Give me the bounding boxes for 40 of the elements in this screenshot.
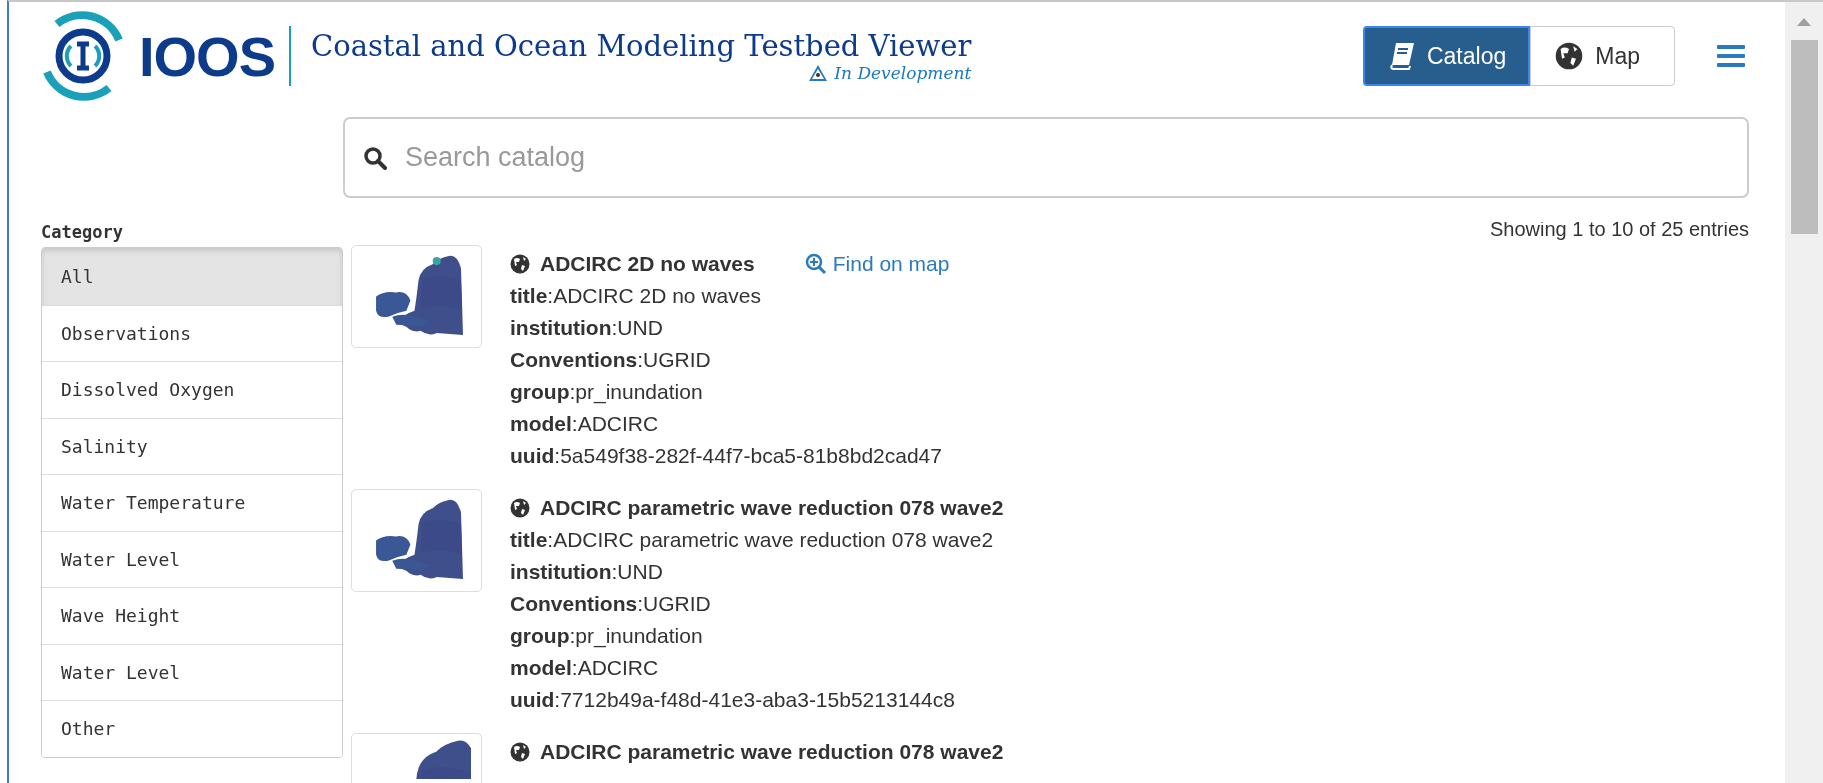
metadata-line: model:ADCIRC — [510, 411, 660, 437]
search-field[interactable]: Search catalog — [343, 117, 1749, 198]
category-item[interactable]: All — [42, 248, 342, 305]
sidebar-heading: Category — [41, 222, 124, 242]
category-item[interactable]: Other — [42, 700, 342, 757]
entry-title: ADCIRC parametric wave reduction 078 wave2 — [540, 739, 1004, 764]
app-title: Coastal and Ocean Modeling Testbed Viewer — [311, 29, 972, 63]
logo-text: IOOS — [139, 23, 276, 89]
entry-title: ADCIRC 2D no waves — [540, 251, 755, 276]
metadata-line: uuid:5a549f38-282f-44f7-bca5-81b8bd2cad47 — [510, 443, 943, 469]
metadata-line: group:pr_inundation — [510, 379, 704, 406]
globe-icon — [510, 253, 530, 274]
entry-title: ADCIRC parametric wave reduction 078 wave2 — [540, 495, 1004, 520]
find-on-map-link[interactable]: Find on map — [804, 251, 950, 276]
metadata-line: Conventions:UGRID — [510, 347, 712, 373]
globe-icon — [1555, 42, 1584, 70]
scrollbar[interactable] — [1785, 2, 1823, 783]
metadata-line: uuid:7712b49a-f48d-41e3-aba3-15b5213144c8 — [510, 687, 956, 713]
warning-icon — [808, 64, 829, 82]
globe-icon — [510, 741, 530, 762]
search-icon — [363, 145, 387, 170]
metadata-line: institution:UND — [510, 559, 664, 585]
thumbnail[interactable] — [351, 733, 482, 783]
zoom-in-icon — [804, 252, 827, 275]
globe-icon — [510, 497, 530, 518]
book-icon — [1388, 42, 1415, 70]
results-summary: Showing 1 to 10 of 25 entries — [1489, 222, 1749, 241]
scroll-thumb[interactable] — [1790, 40, 1818, 234]
menu-button[interactable] — [1717, 44, 1745, 68]
status-label: In Development — [834, 63, 972, 83]
menu-icon — [1717, 44, 1745, 68]
view-tab[interactable]: Map — [1530, 26, 1675, 86]
metadata-line: model:ADCIRC — [510, 655, 660, 681]
metadata-line: group:pr_inundation — [510, 623, 704, 650]
scroll-up-icon — [1797, 18, 1811, 26]
metadata-line: title:ADCIRC parametric wave reduction 078 wave2 — [510, 527, 995, 553]
metadata-line: title:ADCIRC 2D no waves — [510, 283, 762, 309]
metadata-line: institution:UND — [510, 315, 664, 341]
view-tab[interactable]: Catalog — [1362, 26, 1531, 86]
metadata-line: Conventions:UGRID — [510, 591, 712, 617]
